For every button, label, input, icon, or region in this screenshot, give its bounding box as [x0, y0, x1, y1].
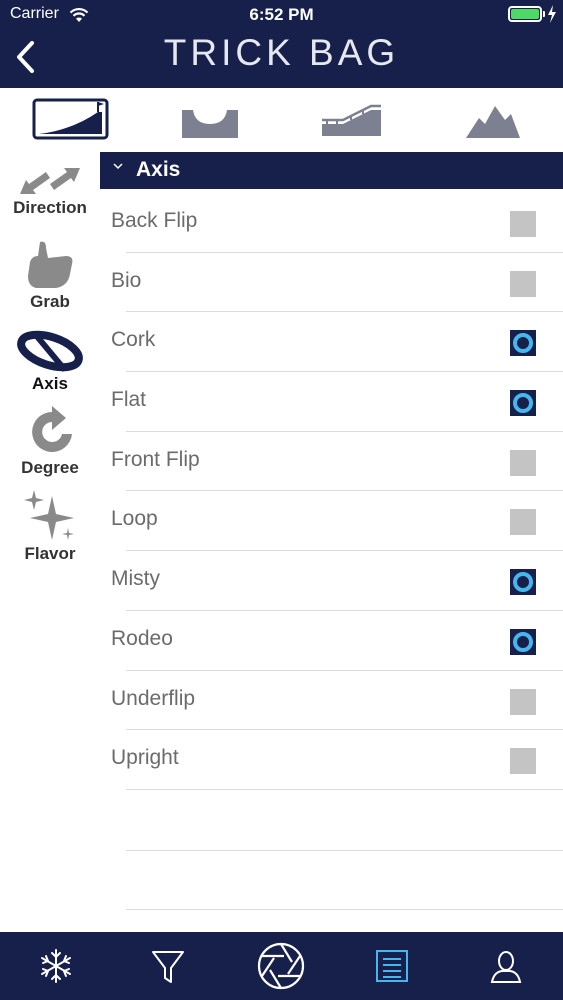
- category-label: Degree: [21, 458, 79, 477]
- empty-divider: [126, 850, 563, 851]
- rail-icon: [322, 104, 381, 136]
- list-icon: [376, 950, 408, 982]
- category-axis[interactable]: Axis: [0, 326, 100, 394]
- filter-icon: [152, 951, 184, 983]
- category-flavor[interactable]: Flavor: [0, 488, 100, 564]
- tab-jump[interactable]: [32, 96, 109, 142]
- checkbox[interactable]: [510, 569, 536, 596]
- profile-tab[interactable]: [488, 944, 524, 988]
- checkbox[interactable]: [510, 390, 536, 417]
- checkbox[interactable]: [510, 270, 536, 297]
- hand-icon: [28, 241, 73, 288]
- checkbox[interactable]: [510, 449, 536, 476]
- list-item[interactable]: Upright: [100, 730, 563, 790]
- tab-backcountry[interactable]: [465, 96, 521, 142]
- checkbox[interactable]: [510, 509, 536, 536]
- list-item[interactable]: Misty: [100, 551, 563, 611]
- trick-label: Cork: [111, 328, 156, 352]
- halfpipe-icon: [182, 110, 238, 138]
- list-item[interactable]: Bio: [100, 253, 563, 313]
- list-item[interactable]: Underflip: [100, 671, 563, 731]
- battery-icon: [508, 6, 542, 22]
- battery-nub: [543, 11, 545, 17]
- category-rail: Direction Grab Axis Degree Flavor: [0, 150, 100, 932]
- category-degree[interactable]: Degree: [0, 406, 100, 478]
- charging-bolt-icon: [548, 5, 556, 23]
- aperture-icon: [257, 942, 305, 990]
- list-item[interactable]: Flat: [100, 372, 563, 432]
- top-bar: Carrier 6:52 PM TRICK BAG: [0, 0, 563, 88]
- divider: [126, 788, 563, 790]
- trick-label: Underflip: [111, 686, 196, 710]
- checkbox[interactable]: [510, 688, 536, 715]
- category-label: Grab: [30, 292, 70, 311]
- terrain-tabs: [0, 88, 563, 150]
- trick-label: Loop: [111, 507, 158, 531]
- trick-label: Upright: [111, 746, 179, 770]
- list-item[interactable]: Rodeo: [100, 611, 563, 671]
- checkbox[interactable]: [510, 211, 536, 237]
- filter-tab[interactable]: [150, 944, 186, 988]
- category-label: Axis: [32, 374, 68, 393]
- category-label: Direction: [13, 198, 87, 217]
- arrows-icon: [20, 168, 80, 194]
- category-label: Flavor: [24, 544, 76, 563]
- chevron-down-icon: [113, 163, 123, 170]
- checkbox[interactable]: [510, 748, 536, 775]
- trick-list: Back Flip Bio Cork Flat Front Flip Loop …: [100, 193, 563, 790]
- trick-label: Rodeo: [111, 626, 173, 650]
- section-title: Axis: [136, 158, 181, 181]
- empty-divider: [126, 909, 563, 910]
- category-direction[interactable]: Direction: [0, 164, 100, 218]
- checkbox[interactable]: [510, 330, 536, 357]
- sparkle-icon: [24, 490, 74, 540]
- aperture-tab[interactable]: [256, 940, 306, 992]
- user-icon: [490, 951, 522, 983]
- tab-halfpipe[interactable]: [181, 96, 239, 142]
- status-bar: Carrier 6:52 PM: [0, 0, 563, 30]
- trick-label: Front Flip: [111, 447, 200, 471]
- section-header-axis[interactable]: Axis: [100, 152, 563, 189]
- trick-label: Misty: [111, 567, 160, 591]
- mountain-icon: [466, 106, 520, 138]
- list-item[interactable]: Cork: [100, 312, 563, 373]
- snowflake-tab[interactable]: [38, 944, 74, 988]
- trick-label: Back Flip: [111, 209, 198, 232]
- list-tab[interactable]: [374, 944, 410, 988]
- page-title: TRICK BAG: [163, 32, 400, 73]
- trick-label: Bio: [111, 268, 142, 292]
- trick-label: Flat: [111, 388, 147, 412]
- list-item[interactable]: Back Flip: [100, 193, 563, 253]
- tab-rail[interactable]: [321, 96, 382, 142]
- category-grab[interactable]: Grab: [0, 238, 100, 312]
- bottom-tab-bar: [0, 932, 563, 1000]
- axis-icon: [17, 330, 83, 372]
- snowflake-icon: [41, 949, 71, 983]
- clock: 6:52 PM: [249, 5, 314, 24]
- checkbox[interactable]: [510, 628, 536, 655]
- jump-icon: [32, 98, 109, 140]
- rotate-icon: [32, 406, 72, 452]
- list-item[interactable]: Loop: [100, 491, 563, 552]
- list-item[interactable]: Front Flip: [100, 432, 563, 492]
